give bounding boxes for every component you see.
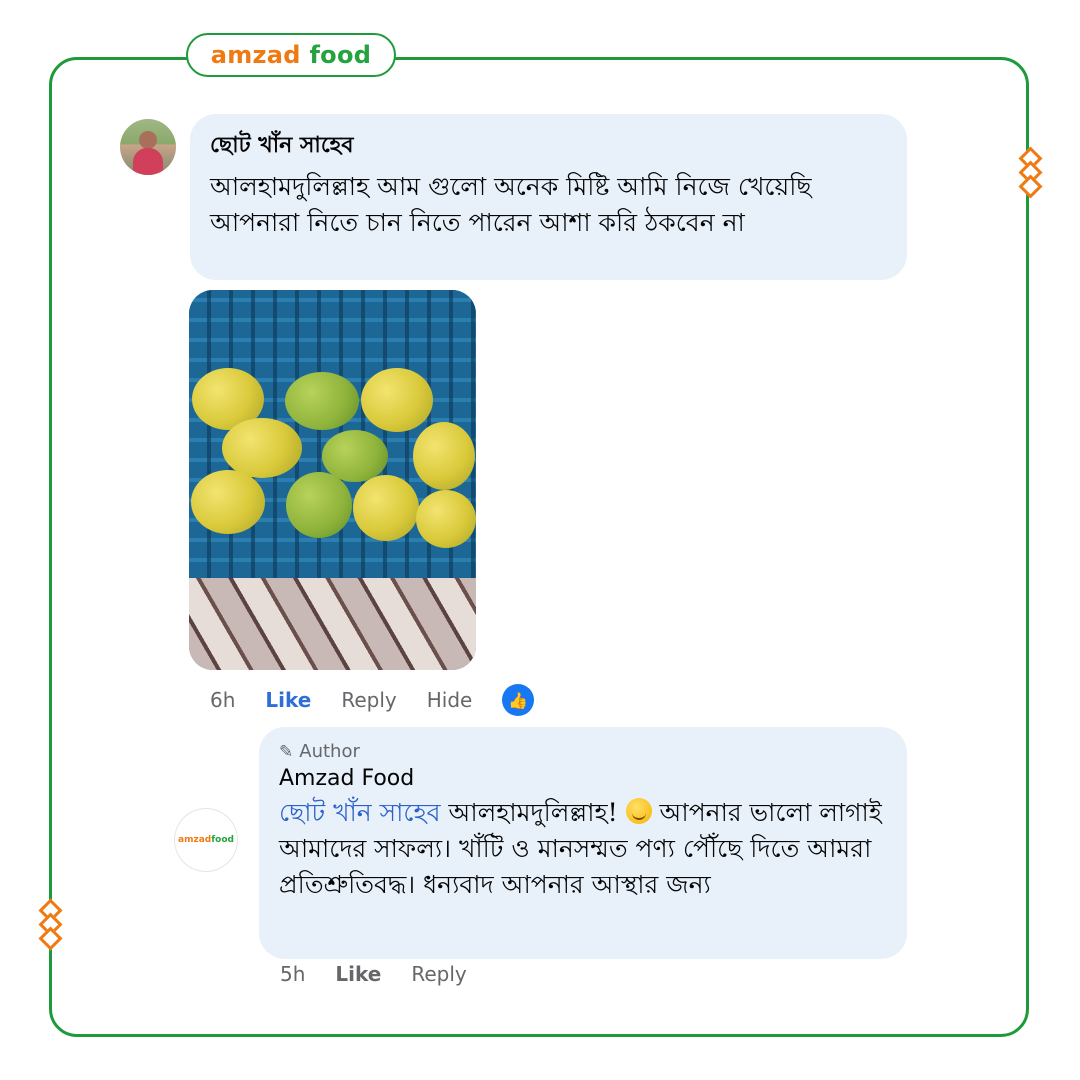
avatar-logo-part2: food <box>211 835 234 845</box>
author-badge: ✎ Author <box>279 741 887 762</box>
reply-button[interactable]: Reply <box>341 688 396 712</box>
like-button[interactable]: Like <box>265 688 311 712</box>
reply-actions: 5h Like Reply <box>280 962 497 986</box>
avatar-logo-part1: amzad <box>178 835 212 845</box>
thumbs-up-icon[interactable]: 👍 <box>502 684 535 716</box>
reply-bubble: ✎ Author Amzad Food ছোট খাঁন সাহেব আলহাম… <box>259 727 907 959</box>
brand-name-part1: amzad <box>210 41 301 69</box>
comment-timestamp[interactable]: 6h <box>210 688 235 712</box>
brand-name-part2: food <box>309 41 372 69</box>
author-avatar[interactable]: amzadfood <box>175 809 237 871</box>
brand-logo: amzad food <box>186 33 396 77</box>
comment-author[interactable]: ছোট খাঁন সাহেব <box>210 128 887 165</box>
pencil-icon: ✎ <box>279 741 294 762</box>
reply-author[interactable]: Amzad Food <box>279 766 887 791</box>
diamond-decoration-icon <box>37 898 63 951</box>
reply-like-button[interactable]: Like <box>335 962 381 986</box>
smiling-face-emoji <box>625 798 652 824</box>
hide-button[interactable]: Hide <box>427 688 473 712</box>
comment-actions: 6h Like Reply Hide 👍 <box>210 684 535 716</box>
reply-reply-button[interactable]: Reply <box>411 962 466 986</box>
reply-text: ছোট খাঁন সাহেব আলহামদুলিল্লাহ! আপনার ভাল… <box>279 795 887 903</box>
comment-bubble: ছোট খাঁন সাহেব আলহামদুলিল্লাহ আম গুলো অন… <box>190 114 907 280</box>
reply-text-part1: আলহামদুলিল্লাহ! <box>440 798 626 827</box>
comment-photo[interactable] <box>189 290 476 670</box>
comment-text: আলহামদুলিল্লাহ আম গুলো অনেক মিষ্টি আমি ন… <box>210 172 812 237</box>
reply-timestamp[interactable]: 5h <box>280 962 305 986</box>
mention-link[interactable]: ছোট খাঁন সাহেব <box>279 798 441 827</box>
author-badge-label: Author <box>299 741 360 762</box>
commenter-avatar[interactable] <box>120 119 176 175</box>
diamond-decoration-icon <box>1017 146 1043 199</box>
